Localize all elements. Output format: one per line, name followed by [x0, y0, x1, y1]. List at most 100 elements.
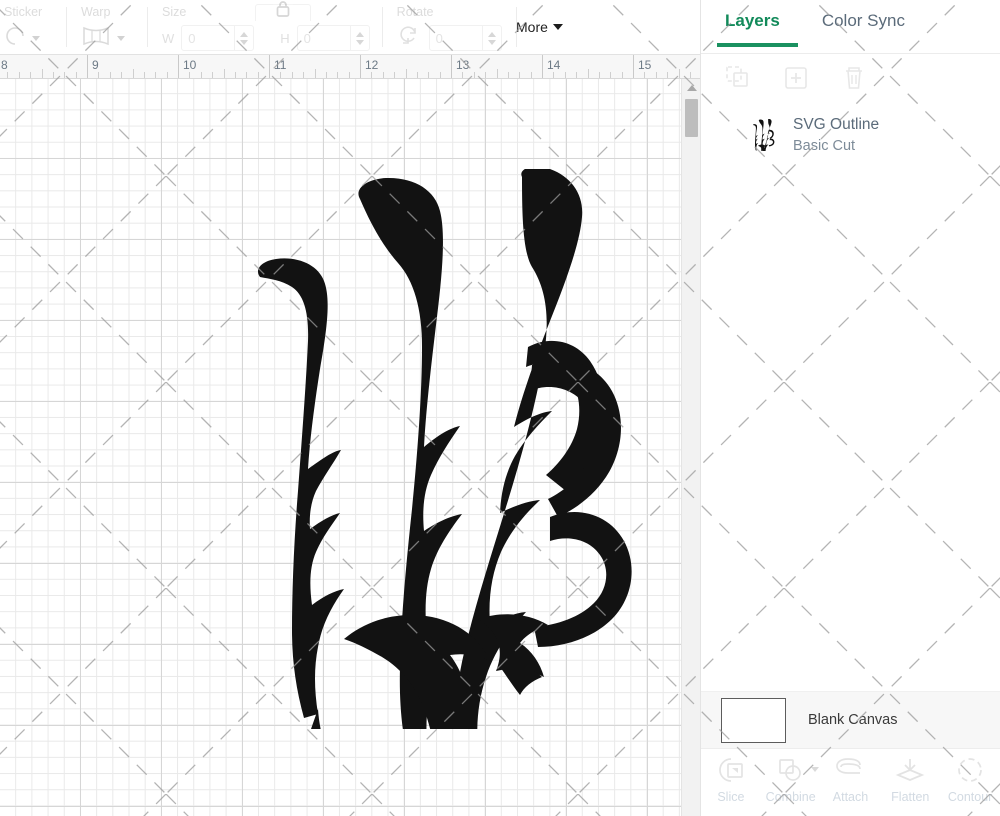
blank-canvas-label: Blank Canvas — [808, 712, 898, 728]
canvas-vertical-scrollbar[interactable] — [681, 79, 700, 816]
rotate-input[interactable] — [429, 26, 482, 50]
ruler-minor-tick — [473, 72, 475, 78]
ruler-number: 12 — [365, 58, 379, 72]
rotate-field[interactable] — [428, 25, 502, 51]
more-button[interactable]: More — [516, 19, 563, 35]
warp-icon[interactable] — [81, 25, 111, 52]
ruler-minor-tick — [303, 72, 305, 78]
contour-icon — [955, 755, 985, 785]
ruler-minor-tick — [41, 69, 43, 78]
ruler-minor-tick — [18, 72, 20, 78]
add-square-icon[interactable] — [783, 65, 809, 96]
layer-subtitle: Basic Cut — [793, 138, 856, 154]
slice-icon — [716, 755, 746, 785]
ruler-minor-tick — [189, 72, 191, 78]
flatten-button[interactable]: Flatten — [880, 755, 940, 804]
width-letter: W — [162, 30, 175, 46]
combine-label: Combine — [765, 790, 816, 804]
ruler-number: 10 — [183, 58, 197, 72]
layer-list: SVG Outline Basic Cut — [701, 107, 1000, 691]
contour-button[interactable]: Contour — [940, 755, 1000, 804]
ruler-minor-tick — [234, 72, 236, 78]
flatten-icon — [895, 755, 925, 785]
tab-color-sync-label: Color Sync — [821, 10, 905, 30]
canvas-color-swatch[interactable] — [721, 697, 786, 743]
object-actions-toolbar: Slice Combine Attach Flatten Contour — [701, 748, 1000, 816]
duplicate-icon[interactable] — [725, 65, 751, 96]
horizontal-ruler[interactable]: 8 9 10 11 12 13 14 15 — [0, 55, 700, 79]
ruler-minor-tick — [507, 72, 509, 78]
toolbar-group-sticker[interactable]: Sticker — [0, 0, 66, 55]
attach-button[interactable]: Attach — [821, 755, 881, 804]
ruler-minor-tick — [485, 72, 487, 78]
ruler-minor-tick — [598, 72, 600, 78]
layer-meta: SVG Outline Basic Cut — [793, 115, 879, 155]
ruler-minor-tick — [132, 69, 134, 78]
lock-icon[interactable] — [273, 0, 293, 23]
ruler-number: 13 — [456, 58, 470, 72]
ruler-minor-tick — [644, 72, 646, 78]
layer-row-svg-outline[interactable]: SVG Outline Basic Cut — [701, 107, 1000, 163]
design-canvas[interactable] — [0, 79, 681, 816]
ruler-minor-tick — [246, 72, 248, 78]
ruler-minor-tick — [587, 69, 589, 78]
combine-icon — [776, 755, 806, 785]
height-field[interactable] — [296, 25, 370, 51]
rotate-stepper[interactable] — [481, 25, 501, 51]
layers-panel: Layers Color Sync SVG Outline Basic Cut … — [700, 0, 1000, 816]
height-letter: H — [280, 30, 290, 46]
more-label: More — [516, 19, 548, 35]
height-input[interactable] — [297, 26, 350, 50]
width-field[interactable] — [181, 25, 255, 51]
ruler-minor-tick — [348, 72, 350, 78]
ruler-minor-tick — [530, 72, 532, 78]
ruler-minor-tick — [371, 72, 373, 78]
ruler-major-tick — [451, 55, 452, 78]
warp-label: Warp — [81, 5, 111, 19]
toolbar-group-warp[interactable]: Warp — [67, 0, 147, 55]
ruler-minor-tick — [75, 72, 77, 78]
ruler-minor-tick — [212, 72, 214, 78]
svg-outline-hand-graphic[interactable] — [232, 169, 632, 729]
ruler-major-tick — [542, 55, 543, 78]
attach-icon — [834, 755, 866, 785]
canvas-column: Sticker Warp Size W 0 H 0 Rotate 0 More … — [0, 0, 700, 816]
ruler-minor-tick — [337, 72, 339, 78]
slice-button[interactable]: Slice — [701, 755, 761, 804]
width-input[interactable] — [182, 26, 235, 50]
ruler-major-tick — [87, 55, 88, 78]
attach-label: Attach — [832, 790, 869, 804]
ruler-minor-tick — [64, 72, 66, 78]
ruler-minor-tick — [325, 72, 327, 78]
artwork-layer[interactable] — [0, 79, 681, 816]
chevron-down-icon[interactable] — [552, 24, 563, 30]
ruler-minor-tick — [257, 72, 259, 78]
panel-tabs: Layers Color Sync — [701, 0, 1000, 54]
rotate-icon[interactable] — [397, 25, 421, 52]
ruler-minor-tick — [200, 72, 202, 78]
ruler-minor-tick — [621, 72, 623, 78]
ruler-minor-tick — [496, 69, 498, 78]
scroll-up-arrow-icon[interactable] — [682, 79, 700, 96]
ruler-minor-tick — [109, 72, 111, 78]
ruler-minor-tick — [416, 72, 418, 78]
scroll-thumb[interactable] — [685, 99, 698, 137]
ruler-number: 15 — [638, 58, 652, 72]
warp-caret-icon[interactable] — [117, 35, 125, 41]
combine-button[interactable]: Combine — [761, 755, 821, 804]
width-stepper[interactable] — [234, 25, 253, 51]
ruler-major-tick — [178, 55, 179, 78]
contour-label: Contour — [947, 790, 993, 804]
ruler-number: 11 — [274, 58, 287, 72]
tab-color-sync[interactable]: Color Sync — [806, 7, 921, 47]
blank-canvas-row[interactable]: Blank Canvas — [701, 691, 1000, 748]
combine-caret-icon[interactable] — [810, 767, 819, 772]
height-stepper[interactable] — [349, 25, 369, 51]
trash-icon[interactable] — [841, 65, 867, 96]
tab-layers[interactable]: Layers — [709, 7, 798, 47]
sticker-icon[interactable] — [4, 25, 26, 52]
ruler-minor-tick — [98, 72, 100, 78]
sticker-caret-icon[interactable] — [32, 35, 40, 41]
ruler-minor-tick — [143, 72, 145, 78]
ruler-minor-tick — [394, 72, 396, 78]
